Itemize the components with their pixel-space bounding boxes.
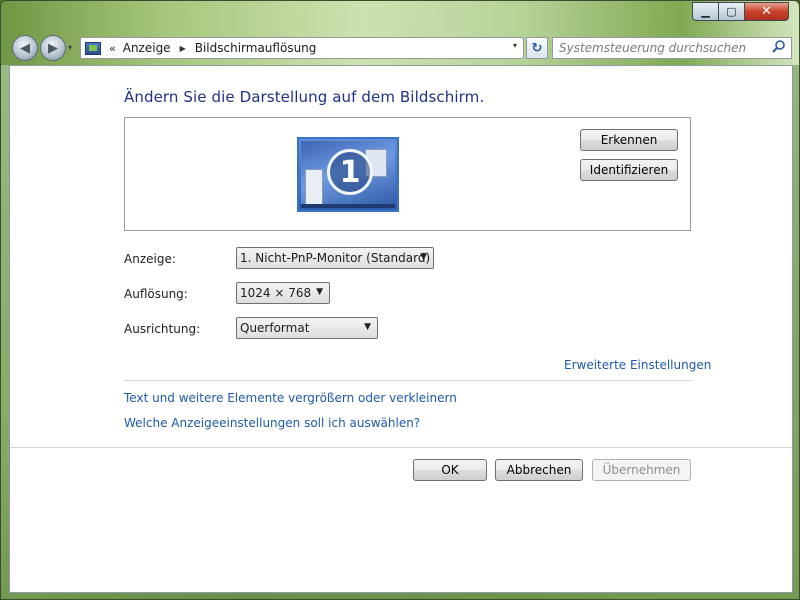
search-icon[interactable] <box>771 39 787 55</box>
back-arrow-icon: ◀ <box>20 40 30 56</box>
ok-button[interactable]: OK <box>413 459 487 481</box>
display-label: Anzeige: <box>124 252 176 266</box>
chevron-down-icon: ▼ <box>420 252 427 262</box>
forward-arrow-icon: ▶ <box>48 40 58 56</box>
minimize-button[interactable]: ▁ <box>692 2 719 21</box>
recent-pages-dropdown[interactable]: ▾ <box>68 43 72 52</box>
monitor-taskbar <box>301 204 395 208</box>
content-pane: Ändern Sie die Darstellung auf dem Bilds… <box>9 65 793 593</box>
display-preview-box: 1 Erkennen Identifizieren <box>124 117 691 231</box>
maximize-button[interactable]: ▢ <box>719 2 745 21</box>
divider <box>10 447 792 448</box>
monitor-window-left <box>305 169 323 205</box>
control-panel-icon <box>85 41 101 55</box>
close-button[interactable]: ✕ <box>745 2 789 21</box>
navigation-bar: ◀ ▶ ▾ « Anzeige ▶ Bildschirmauflösung ▾ … <box>9 33 793 61</box>
resolution-select-value: 1024 × 768 <box>240 286 312 300</box>
back-button[interactable]: ◀ <box>12 35 38 61</box>
divider <box>124 380 691 381</box>
enlarge-text-link[interactable]: Text und weitere Elemente vergrößern ode… <box>124 391 457 405</box>
cancel-button[interactable]: Abbrechen <box>495 459 583 481</box>
search-input[interactable]: Systemsteuerung durchsuchen <box>552 37 792 59</box>
detect-button[interactable]: Erkennen <box>580 129 678 151</box>
breadcrumb-display[interactable]: Anzeige <box>123 41 171 55</box>
address-bar[interactable]: « Anzeige ▶ Bildschirmauflösung ▾ <box>80 37 524 59</box>
display-select[interactable]: 1. Nicht-PnP-Monitor (Standard) ▼ <box>236 247 434 269</box>
search-placeholder: Systemsteuerung durchsuchen <box>559 41 747 55</box>
which-settings-link[interactable]: Welche Anzeigeeinstellungen soll ich aus… <box>124 416 420 430</box>
monitor-1-thumbnail[interactable]: 1 <box>297 137 399 212</box>
advanced-settings-link[interactable]: Erweiterte Einstellungen <box>564 358 711 372</box>
page-title: Ändern Sie die Darstellung auf dem Bilds… <box>124 88 485 106</box>
caption-buttons: ▁ ▢ ✕ <box>692 2 789 21</box>
address-dropdown-icon[interactable]: ▾ <box>513 41 517 50</box>
orientation-select-value: Querformat <box>240 321 310 335</box>
orientation-label: Ausrichtung: <box>124 322 201 336</box>
breadcrumb-resolution[interactable]: Bildschirmauflösung <box>195 41 317 55</box>
apply-button[interactable]: Übernehmen <box>592 459 691 481</box>
monitor-screen: 1 <box>301 141 395 208</box>
refresh-icon: ↻ <box>531 40 543 56</box>
chevron-down-icon: ▼ <box>316 287 323 297</box>
refresh-button[interactable]: ↻ <box>526 37 548 59</box>
forward-button[interactable]: ▶ <box>40 35 66 61</box>
display-select-value: 1. Nicht-PnP-Monitor (Standard) <box>240 251 431 265</box>
chevron-down-icon: ▼ <box>364 322 371 332</box>
breadcrumb-chevron-icon[interactable]: ▶ <box>180 44 186 53</box>
address-overflow-icon[interactable]: « <box>109 42 116 55</box>
resolution-select[interactable]: 1024 × 768 ▼ <box>236 282 330 304</box>
identify-button[interactable]: Identifizieren <box>580 159 678 181</box>
control-panel-window: ▁ ▢ ✕ ◀ ▶ ▾ « Anzeige ▶ Bildschirmauflös… <box>0 0 800 600</box>
orientation-select[interactable]: Querformat ▼ <box>236 317 378 339</box>
monitor-number-badge: 1 <box>327 149 373 195</box>
resolution-label: Auflösung: <box>124 287 188 301</box>
